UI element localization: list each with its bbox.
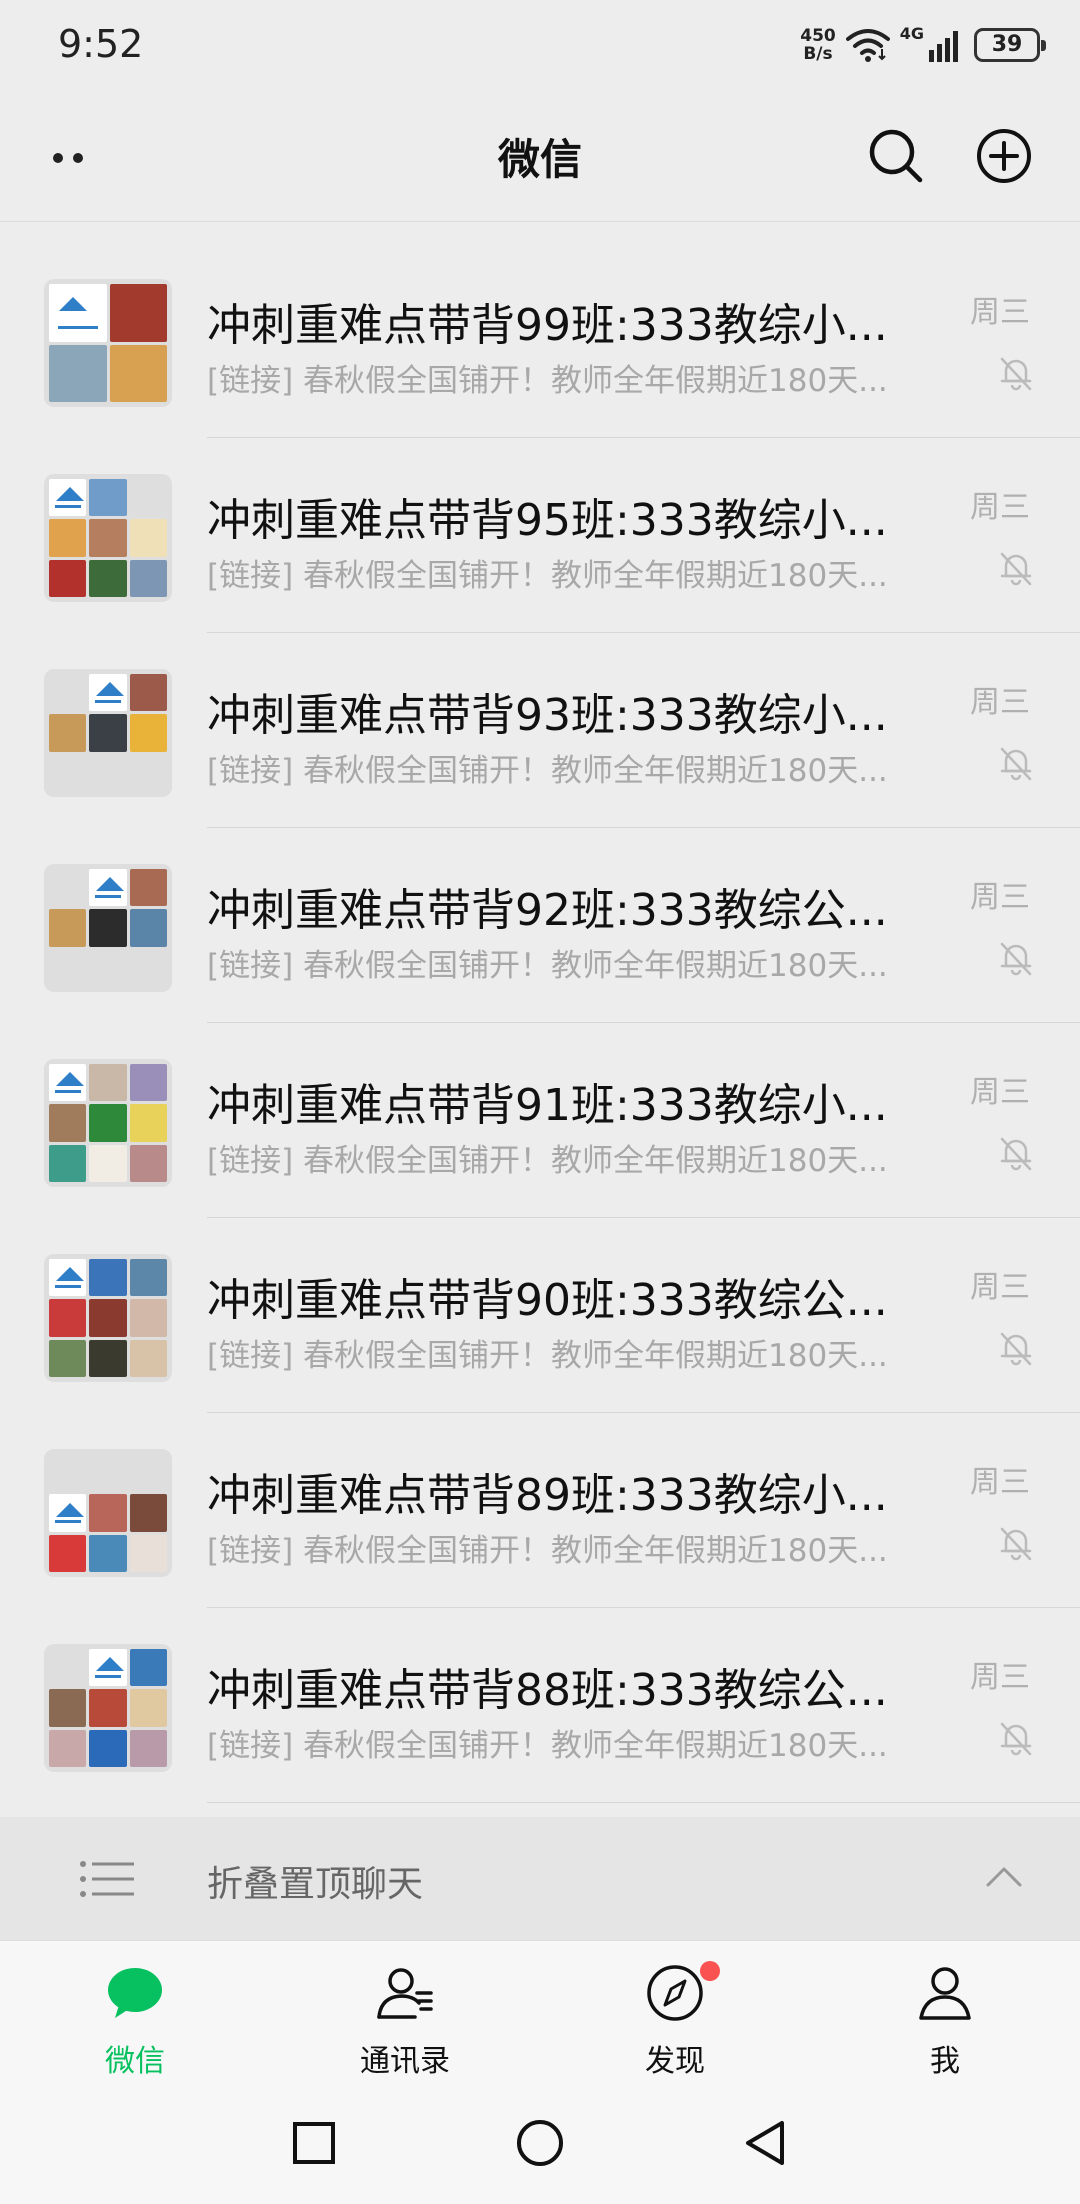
chat-time: 周三 xyxy=(970,685,1030,720)
tab-label: 通讯录 xyxy=(360,2044,450,2079)
group-avatar xyxy=(44,669,172,797)
chat-bubble-icon xyxy=(108,1968,162,2018)
notification-dot xyxy=(700,1961,720,1981)
group-avatar xyxy=(44,474,172,602)
battery-indicator: 39 xyxy=(974,28,1046,62)
tab-label: 我 xyxy=(930,2044,960,2079)
chat-preview: [链接] 春秋假全国铺开！教师全年假期近180天... xyxy=(207,1533,888,1569)
chat-time: 周三 xyxy=(970,295,1030,330)
tab-chats[interactable]: 微信 xyxy=(0,1941,270,2089)
add-icon[interactable] xyxy=(974,126,1034,186)
chevron-up-icon[interactable] xyxy=(984,1859,1024,1895)
chat-preview: [链接] 春秋假全国铺开！教师全年假期近180天... xyxy=(207,1338,888,1374)
mute-bell-icon xyxy=(1000,1137,1032,1171)
compass-icon xyxy=(647,1965,703,2021)
mute-bell-icon xyxy=(1000,1527,1032,1561)
mute-bell-icon xyxy=(1000,1722,1032,1756)
app-header: 微信 xyxy=(0,96,1080,222)
mute-bell-icon xyxy=(1000,747,1032,781)
mute-bell-icon xyxy=(1000,942,1032,976)
chat-row[interactable]: 冲刺重难点带背91班:333教综小... [链接] 春秋假全国铺开！教师全年假期… xyxy=(0,1023,1080,1218)
search-icon[interactable] xyxy=(866,126,926,186)
chat-name: 冲刺重难点带背89班:333教综小... xyxy=(207,1470,888,1521)
group-avatar xyxy=(44,1059,172,1187)
mute-bell-icon xyxy=(1000,552,1032,586)
chat-preview: [链接] 春秋假全国铺开！教师全年假期近180天... xyxy=(207,948,888,984)
chat-preview: [链接] 春秋假全国铺开！教师全年假期近180天... xyxy=(207,753,888,789)
chat-preview: [链接] 春秋假全国铺开！教师全年假期近180天... xyxy=(207,558,888,594)
group-avatar xyxy=(44,1254,172,1382)
network-type: 4G xyxy=(899,24,924,43)
chat-name: 冲刺重难点带背92班:333教综公... xyxy=(207,885,888,936)
status-bar: 9:52 450 B/s 4G 39 xyxy=(0,0,1080,96)
chat-list: 冲刺重难点带背99班:333教综小... [链接] 春秋假全国铺开！教师全年假期… xyxy=(0,243,1080,1803)
list-icon xyxy=(80,1861,134,1897)
group-avatar xyxy=(44,1644,172,1772)
chat-time: 周三 xyxy=(970,880,1030,915)
mute-bell-icon xyxy=(1000,1332,1032,1366)
chat-preview: [链接] 春秋假全国铺开！教师全年假期近180天... xyxy=(207,1728,888,1764)
chat-name: 冲刺重难点带背95班:333教综小... xyxy=(207,495,888,546)
system-nav-bar xyxy=(0,2088,1080,2204)
group-avatar xyxy=(44,864,172,992)
chat-name: 冲刺重难点带背93班:333教综小... xyxy=(207,690,888,741)
chat-row[interactable]: 冲刺重难点带背95班:333教综小... [链接] 春秋假全国铺开！教师全年假期… xyxy=(0,438,1080,633)
net-speed: 450 B/s xyxy=(800,27,836,63)
chat-time: 周三 xyxy=(970,1270,1030,1305)
tab-label: 发现 xyxy=(645,2044,705,2079)
chat-preview: [链接] 春秋假全国铺开！教师全年假期近180天... xyxy=(207,1143,888,1179)
chat-name: 冲刺重难点带背91班:333教综小... xyxy=(207,1080,888,1131)
tab-label: 微信 xyxy=(105,2044,165,2079)
net-speed-value: 450 xyxy=(800,26,836,46)
chat-row[interactable]: 冲刺重难点带背89班:333教综小... [链接] 春秋假全国铺开！教师全年假期… xyxy=(0,1413,1080,1608)
fold-pinned-chats[interactable]: 折叠置顶聊天 xyxy=(0,1817,1080,1940)
wifi-icon xyxy=(845,29,890,62)
tab-me[interactable]: 我 xyxy=(810,1941,1080,2089)
chat-row[interactable]: 冲刺重难点带背93班:333教综小... [链接] 春秋假全国铺开！教师全年假期… xyxy=(0,633,1080,828)
fold-label: 折叠置顶聊天 xyxy=(207,1864,424,1905)
mute-bell-icon xyxy=(1000,357,1032,391)
net-speed-unit: B/s xyxy=(803,44,833,64)
chat-name: 冲刺重难点带背90班:333教综公... xyxy=(207,1275,888,1326)
chat-row[interactable]: 冲刺重难点带背92班:333教综公... [链接] 春秋假全国铺开！教师全年假期… xyxy=(0,828,1080,1023)
chat-preview: [链接] 春秋假全国铺开！教师全年假期近180天... xyxy=(207,363,888,399)
person-icon xyxy=(919,1967,971,2020)
contacts-icon xyxy=(377,1968,433,2019)
home-circle-icon[interactable] xyxy=(515,2118,565,2168)
chat-time: 周三 xyxy=(970,1465,1030,1500)
group-avatar xyxy=(44,1449,172,1577)
status-time: 9:52 xyxy=(58,22,144,66)
chat-name: 冲刺重难点带背99班:333教综小... xyxy=(207,300,888,351)
group-avatar xyxy=(44,279,172,407)
tab-discover[interactable]: 发现 xyxy=(540,1941,810,2089)
chat-time: 周三 xyxy=(970,1660,1030,1695)
chat-time: 周三 xyxy=(970,490,1030,525)
recents-square-icon[interactable] xyxy=(289,2118,339,2168)
signal-icon xyxy=(929,31,958,62)
tab-contacts[interactable]: 通讯录 xyxy=(270,1941,540,2089)
chat-time: 周三 xyxy=(970,1075,1030,1110)
chat-row[interactable]: 冲刺重难点带背99班:333教综小... [链接] 春秋假全国铺开！教师全年假期… xyxy=(0,243,1080,438)
bottom-tab-bar: 微信 通讯录 发现 我 xyxy=(0,1940,1080,2088)
chat-row[interactable]: 冲刺重难点带背90班:333教综公... [链接] 春秋假全国铺开！教师全年假期… xyxy=(0,1218,1080,1413)
chat-name: 冲刺重难点带背88班:333教综公... xyxy=(207,1665,888,1716)
chat-row[interactable]: 冲刺重难点带背88班:333教综公... [链接] 春秋假全国铺开！教师全年假期… xyxy=(0,1608,1080,1803)
back-triangle-icon[interactable] xyxy=(740,2118,790,2168)
status-icons: 450 B/s 4G 39 xyxy=(800,22,1046,68)
